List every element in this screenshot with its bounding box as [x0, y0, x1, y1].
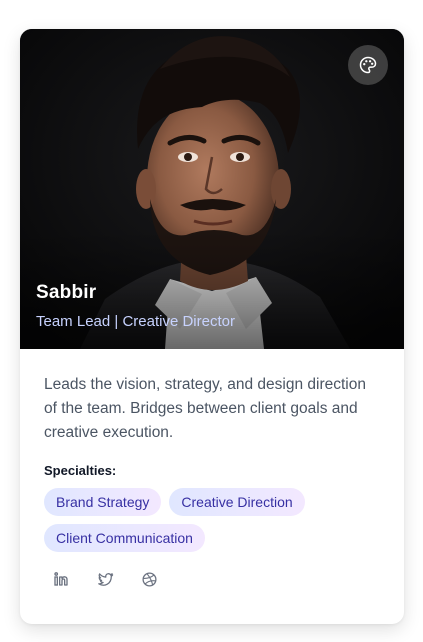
- dribbble-icon: [141, 571, 157, 587]
- profile-role: Team Lead | Creative Director: [36, 313, 235, 330]
- profile-photo: Sabbir Team Lead | Creative Director: [20, 29, 404, 349]
- linkedin-link[interactable]: [52, 570, 70, 588]
- linkedin-icon: [54, 572, 68, 586]
- profile-card: Sabbir Team Lead | Creative Director Lea…: [20, 29, 404, 624]
- specialty-tag: Creative Direction: [169, 488, 305, 516]
- specialties-heading: Specialties:: [44, 463, 117, 478]
- dribbble-link[interactable]: [140, 570, 158, 588]
- profile-name: Sabbir: [36, 282, 97, 303]
- social-links: [52, 570, 380, 588]
- twitter-icon: [97, 572, 113, 586]
- profile-body: Leads the vision, strategy, and design d…: [20, 349, 404, 588]
- twitter-link[interactable]: [96, 570, 114, 588]
- theme-palette-button[interactable]: [348, 45, 388, 85]
- profile-description: Leads the vision, strategy, and design d…: [44, 376, 366, 441]
- palette-icon: [359, 56, 377, 74]
- specialty-tag: Client Communication: [44, 524, 205, 552]
- specialty-tag: Brand Strategy: [44, 488, 162, 516]
- specialties-list: Brand Strategy Creative Direction Client…: [44, 488, 344, 552]
